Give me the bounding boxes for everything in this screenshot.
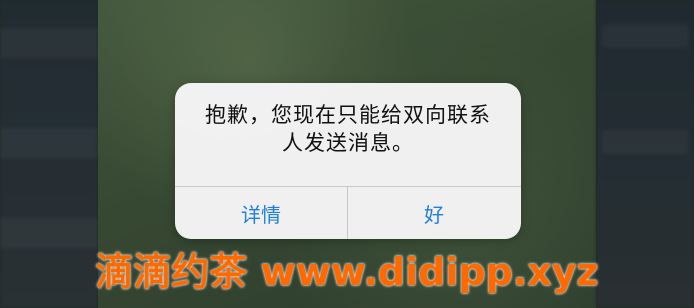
watermark-text: 滴滴约茶 www.didipp.xyz	[95, 250, 599, 294]
alert-message-line-1: 抱歉，您现在只能给双向联系	[205, 103, 491, 127]
details-button[interactable]: 详情	[175, 187, 347, 239]
alert-dialog: 抱歉，您现在只能给双向联系 人发送消息。 详情 好	[175, 83, 521, 239]
alert-message: 抱歉，您现在只能给双向联系 人发送消息。	[193, 101, 503, 157]
alert-message-line-2: 人发送消息。	[282, 131, 414, 155]
ok-button[interactable]: 好	[348, 187, 520, 239]
app-screen: 抱歉，您现在只能给双向联系 人发送消息。 详情 好 滴滴约茶 www.didip…	[0, 0, 694, 308]
